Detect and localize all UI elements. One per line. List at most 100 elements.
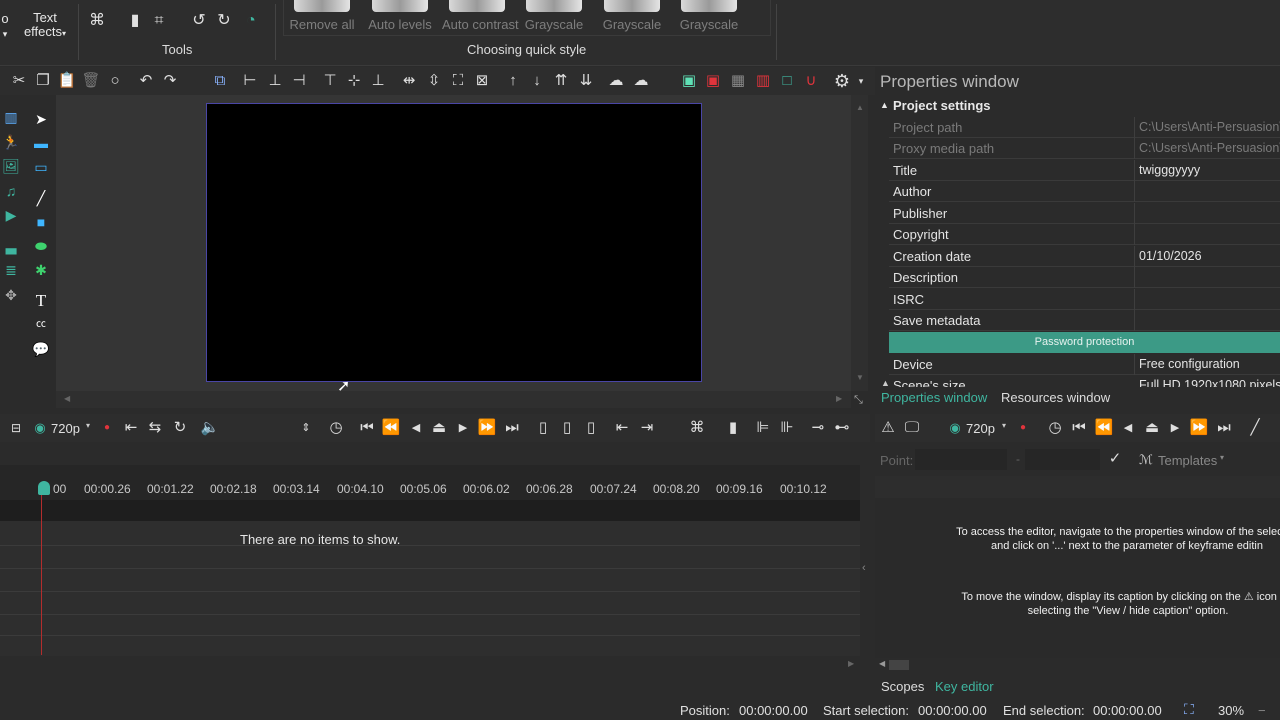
send-backward-icon[interactable]: ↓ — [527, 71, 547, 91]
ellipse-icon[interactable]: ⬬ — [32, 237, 50, 255]
style-auto-contrast[interactable]: Auto contrast — [442, 0, 519, 34]
vertical-scrollbar[interactable]: ▲ ▼ — [851, 95, 868, 391]
zoom-out-icon[interactable]: − — [1258, 703, 1266, 718]
play-icon[interactable]: ▶ — [453, 418, 473, 438]
person-icon[interactable]: 🏃 — [2, 133, 20, 151]
track-option-2-icon[interactable]: ⊷ — [832, 418, 852, 438]
playhead-line[interactable] — [41, 495, 42, 655]
align-left-icon[interactable]: ⊢ — [240, 71, 260, 91]
audio-icon[interactable]: ♫ — [2, 182, 20, 200]
jump-marker-left-icon[interactable]: ⇤ — [612, 418, 632, 438]
tab-key-editor[interactable]: Key editor — [935, 679, 994, 694]
stretch-icon[interactable]: ⛶ — [448, 71, 468, 91]
align-center-icon[interactable]: ⊥ — [265, 71, 285, 91]
property-row-title[interactable]: Title twigggyyyy — [889, 160, 1280, 181]
preview-eye-icon[interactable]: ◉ — [30, 418, 50, 438]
split-icon[interactable]: ▮ — [126, 12, 144, 30]
subtitle-icon[interactable]: ≣ — [2, 261, 20, 279]
property-row-publisher[interactable]: Publisher — [889, 203, 1280, 224]
split-frames-2-icon[interactable]: ▯ — [557, 418, 577, 438]
scroll-up-icon[interactable]: ▲ — [856, 103, 864, 112]
shape-ops-icon[interactable]: ☁ — [631, 71, 651, 91]
rewind-icon[interactable]: ⏪ — [381, 418, 401, 438]
group-tool-icon[interactable]: ⌘ — [88, 12, 106, 30]
style-grayscale-1[interactable]: Grayscale — [519, 0, 589, 34]
style-auto-levels[interactable]: Auto levels — [365, 0, 435, 34]
skip-to-end-icon[interactable]: ⏭ — [502, 418, 522, 438]
style-grayscale-3[interactable]: Grayscale — [674, 0, 744, 34]
group-tool-icon[interactable]: ⌘ — [687, 418, 707, 438]
property-row-scene-size[interactable]: ▲ Scene's size Full HD 1920x1080 pixels — [875, 376, 1280, 387]
magnet-icon[interactable]: ∪ — [801, 71, 821, 91]
point-y-field[interactable] — [1025, 449, 1100, 470]
track-option-icon[interactable]: ⊸ — [808, 418, 828, 438]
sprite-icon[interactable]: ▭ — [32, 158, 50, 176]
chevron-down-icon[interactable]: ▾ — [86, 421, 90, 430]
playhead-handle[interactable] — [38, 481, 50, 495]
partial-ribbon-button[interactable]: o ▾ — [0, 12, 10, 41]
video-preview[interactable] — [206, 103, 702, 382]
chevron-down-icon[interactable]: ▾ — [1220, 453, 1224, 462]
distribute-v-icon[interactable]: ⇳ — [424, 71, 444, 91]
resize-corner-icon[interactable]: ⤡ — [854, 394, 863, 407]
clock-icon[interactable]: ◷ — [1045, 418, 1065, 438]
motion-icon[interactable]: ✥ — [2, 286, 20, 304]
caption-toggle-icon[interactable]: ⚠ — [878, 418, 898, 438]
collapse-panel-icon[interactable]: ‹ — [862, 562, 866, 574]
templates-dropdown[interactable]: Templates — [1158, 453, 1217, 468]
settings-gear-icon[interactable]: ⚙ — [832, 71, 852, 91]
spectrum-icon[interactable]: ▃ — [2, 237, 20, 255]
scroll-right-icon[interactable]: ▶ — [848, 659, 854, 668]
property-row-save-metadata[interactable]: Save metadata — [889, 310, 1280, 331]
cut-icon[interactable]: ✂ — [9, 71, 29, 91]
property-row-isrc[interactable]: ISRC — [889, 289, 1280, 310]
align-object-right-icon[interactable]: ⊪ — [777, 418, 797, 438]
bring-to-front-icon[interactable]: ⇈ — [551, 71, 571, 91]
snap-frame-icon[interactable]: □ — [777, 71, 797, 91]
rectangle-icon[interactable]: ■ — [32, 213, 50, 231]
style-grayscale-2[interactable]: Grayscale — [597, 0, 667, 34]
chevron-down-icon[interactable]: ▾ — [1002, 421, 1006, 430]
chart-icon[interactable]: ▥ — [2, 108, 20, 126]
scroll-down-icon[interactable]: ▼ — [856, 373, 864, 382]
safe-area-icon[interactable]: ▣ — [679, 71, 699, 91]
rewind-icon[interactable]: ⏪ — [1094, 418, 1114, 438]
image-icon[interactable]: 🖼 — [2, 157, 20, 175]
delete-icon[interactable]: 🗑 — [81, 71, 101, 91]
jump-marker-right-icon[interactable]: ⇥ — [637, 418, 657, 438]
apply-check-icon[interactable]: ✓ — [1105, 449, 1125, 469]
select-circle-icon[interactable]: ○ — [105, 71, 125, 91]
project-settings-header[interactable]: Project settings — [893, 98, 991, 113]
rotate-right-icon[interactable]: ↻ — [215, 12, 233, 30]
tab-properties-window[interactable]: Properties window — [881, 390, 987, 405]
video-icon[interactable]: ▶ — [2, 206, 20, 224]
pen-icon[interactable]: ╱ — [1245, 418, 1265, 438]
property-row-creation-date[interactable]: Creation date 01/10/2026 — [889, 246, 1280, 267]
stop-icon[interactable]: ⏏ — [429, 418, 449, 438]
guides-icon[interactable]: ▥ — [753, 71, 773, 91]
horizontal-scrollbar[interactable]: ◀ ▶ — [56, 391, 851, 408]
split-frames-icon[interactable]: ▯ — [533, 418, 553, 438]
templates-icon[interactable]: ℳ — [1139, 452, 1153, 468]
step-back-icon[interactable]: ◀ — [406, 418, 426, 438]
monitor-icon[interactable]: 🖵 — [902, 418, 922, 438]
step-back-icon[interactable]: ◀ — [1118, 418, 1138, 438]
tab-resources-window[interactable]: Resources window — [1001, 390, 1110, 405]
crop-icon[interactable]: ⌗ — [150, 12, 168, 30]
shrink-icon[interactable]: ⊠ — [472, 71, 492, 91]
scroll-left-icon[interactable]: ◀ — [879, 659, 885, 668]
fast-forward-icon[interactable]: ⏩ — [477, 418, 497, 438]
point-x-field[interactable] — [915, 449, 1007, 470]
property-row-device[interactable]: Device Free configuration — [889, 354, 1280, 375]
freeform-icon[interactable]: ✱ — [32, 261, 50, 279]
property-row-author[interactable]: Author — [889, 181, 1280, 202]
bring-forward-icon[interactable]: ↑ — [503, 71, 523, 91]
closed-caption-icon[interactable]: ㏄ — [32, 316, 50, 334]
title-safe-icon[interactable]: ▣ — [703, 71, 723, 91]
rotate-left-icon[interactable]: ↺ — [190, 12, 208, 30]
split-frames-3-icon[interactable]: ▯ — [581, 418, 601, 438]
speech-bubble-icon[interactable]: 💬 — [32, 340, 50, 358]
line-icon[interactable]: ╱ — [32, 189, 50, 207]
redo-icon[interactable]: ↷ — [160, 71, 180, 91]
distribute-h-icon[interactable]: ⇹ — [399, 71, 419, 91]
